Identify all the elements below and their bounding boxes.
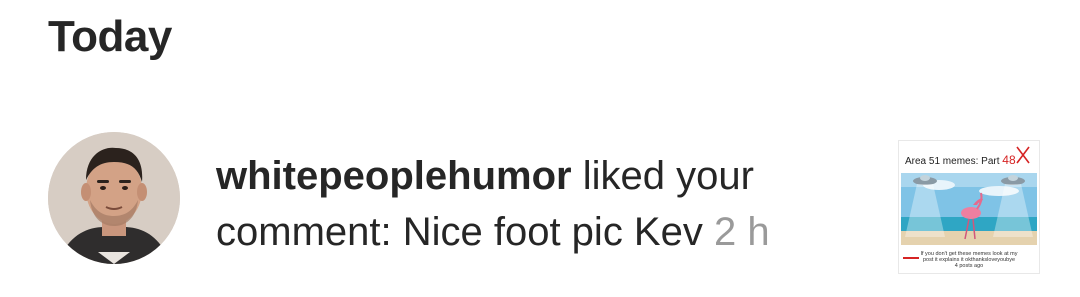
thumbnail-title: Area 51 memes: Part 48 <box>905 153 1016 167</box>
notification-text: whitepeoplehumor liked your comment: Nic… <box>216 148 856 260</box>
thumbnail-title-text: Area 51 memes: Part <box>905 156 1000 167</box>
notification-timestamp: 2 h <box>713 210 770 254</box>
notification-item[interactable]: whitepeoplehumor liked your comment: Nic… <box>48 132 1048 274</box>
user-avatar[interactable] <box>48 132 180 264</box>
avatar-photo <box>48 132 180 264</box>
section-title-today: Today <box>48 12 172 61</box>
red-annotation-mark <box>1016 146 1030 164</box>
thumbnail-caption: If you don't get these memes look at my … <box>903 251 1035 269</box>
notification-username[interactable]: whitepeoplehumor <box>216 154 572 198</box>
post-thumbnail[interactable]: Area 51 memes: Part 48 If you don't get … <box>898 140 1040 274</box>
thumbnail-caption-line3: 4 posts ago <box>954 263 984 269</box>
thumbnail-part-number: 48 <box>1002 153 1016 167</box>
